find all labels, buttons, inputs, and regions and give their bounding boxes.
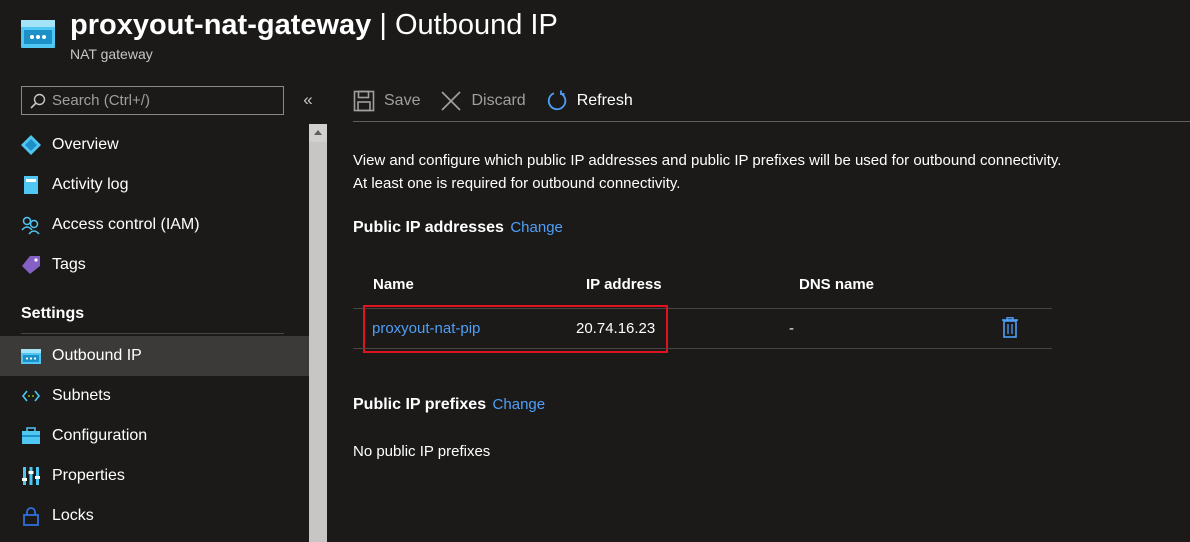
column-header-dns-name: DNS name: [799, 276, 875, 293]
empty-prefixes-message: No public IP prefixes: [353, 443, 491, 460]
sidebar-scrollbar[interactable]: [309, 124, 327, 542]
section-title: Public IP prefixes: [353, 396, 487, 413]
divider: [353, 121, 1190, 122]
activity-log-icon: [24, 176, 38, 194]
iam-icon: [21, 216, 40, 235]
discard-label: Discard: [471, 92, 526, 109]
column-header-ip-address: IP address: [586, 276, 662, 293]
public-ip-addresses-heading: Public IP addresses Change: [353, 219, 563, 237]
change-public-ips-link[interactable]: Change: [510, 219, 563, 236]
search-box[interactable]: [21, 86, 284, 115]
sidebar-item-activity-log[interactable]: Activity log: [0, 165, 309, 205]
nat-gateway-icon: [21, 20, 55, 48]
search-input[interactable]: [52, 87, 283, 114]
sidebar-item-properties[interactable]: Properties: [0, 456, 309, 496]
page-description: View and configure which public IP addre…: [353, 152, 1062, 192]
save-button[interactable]: Save: [353, 90, 420, 112]
delete-icon[interactable]: [1001, 317, 1019, 338]
sidebar-item-label: Locks: [52, 507, 94, 524]
save-label: Save: [384, 92, 421, 109]
divider: [21, 333, 284, 334]
change-prefixes-link[interactable]: Change: [493, 396, 546, 413]
sidebar-item-label: Tags: [52, 256, 86, 273]
overview-icon: [21, 135, 41, 155]
sidebar-item-label: Subnets: [52, 387, 111, 404]
sidebar-item-label: Access control (IAM): [52, 216, 200, 233]
column-header-name: Name: [373, 276, 414, 293]
collapse-sidebar-button[interactable]: «: [299, 89, 317, 111]
command-bar: Save Discard Refresh: [353, 84, 653, 118]
sidebar-item-label: Properties: [52, 467, 125, 484]
sidebar-item-subnets[interactable]: Subnets: [0, 376, 309, 416]
sidebar-item-label: Configuration: [52, 427, 148, 444]
section-title: Public IP addresses: [353, 219, 504, 236]
tag-icon: [22, 256, 40, 274]
portal-window: proxyout-nat-gateway | Outbound IP NAT g…: [0, 0, 1190, 542]
search-icon: [30, 93, 46, 109]
configuration-icon: [22, 427, 40, 444]
subnets-icon: [21, 390, 41, 402]
blade-header: proxyout-nat-gateway | Outbound IP NAT g…: [0, 0, 1190, 80]
scroll-up-arrow[interactable]: [309, 124, 327, 142]
highlight-box: [363, 305, 668, 353]
sidebar-item-label: Outbound IP: [52, 347, 142, 364]
lock-icon: [23, 507, 39, 526]
discard-button[interactable]: Discard: [440, 90, 526, 112]
divider: [353, 348, 1052, 349]
sidebar-item-label: Activity log: [52, 176, 129, 193]
close-icon: [441, 91, 462, 111]
resource-name: proxyout-nat-gateway: [70, 9, 372, 41]
outbound-ip-icon: [21, 349, 41, 364]
refresh-icon: [547, 90, 566, 111]
sidebar-item-locks[interactable]: Locks: [0, 496, 309, 536]
sidebar-item-tags[interactable]: Tags: [0, 245, 309, 285]
sidebar-item-label: Overview: [52, 136, 119, 153]
settings-heading: Settings: [21, 305, 85, 322]
sidebar-item-iam[interactable]: Access control (IAM): [0, 205, 309, 245]
blade-title: Outbound IP: [394, 9, 558, 41]
sidebar-item-overview[interactable]: Overview: [0, 125, 309, 165]
dns-name-value: -: [789, 320, 794, 337]
refresh-label: Refresh: [576, 92, 633, 109]
public-ip-prefixes-heading: Public IP prefixes Change: [353, 396, 545, 414]
properties-icon: [22, 467, 40, 485]
title-separator: |: [371, 9, 395, 41]
sidebar-item-outbound-ip[interactable]: Outbound IP: [0, 336, 309, 376]
sidebar-item-configuration[interactable]: Configuration: [0, 416, 309, 456]
save-icon: [353, 90, 375, 112]
page-title: proxyout-nat-gateway | Outbound IP: [70, 7, 558, 43]
resource-type: NAT gateway: [70, 46, 153, 62]
refresh-button[interactable]: Refresh: [546, 90, 633, 112]
